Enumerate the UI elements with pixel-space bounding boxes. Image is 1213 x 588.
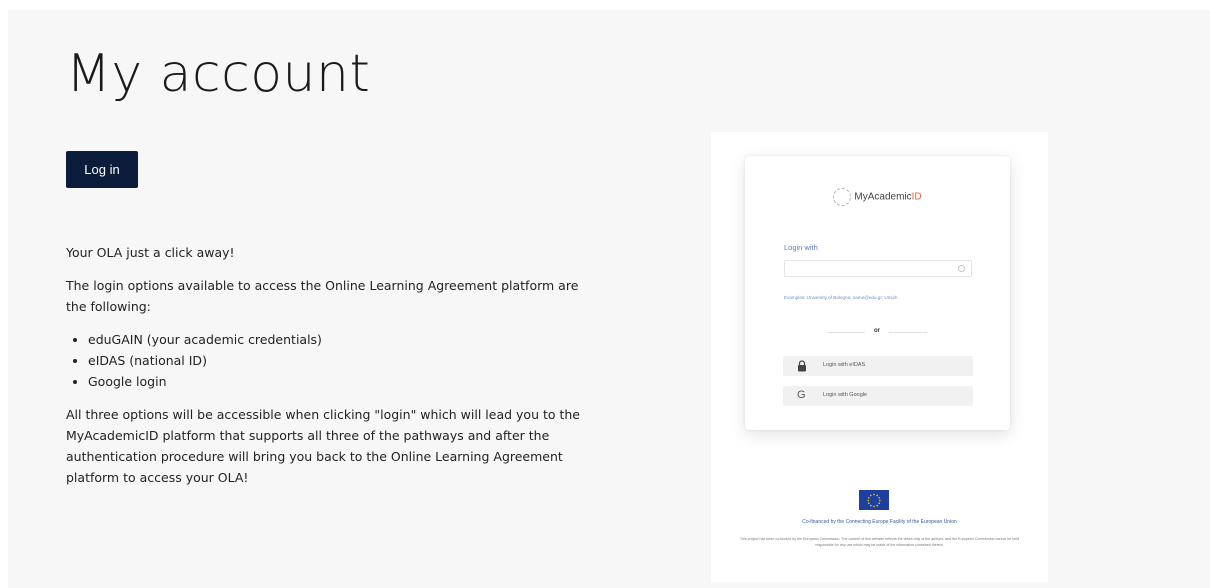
- list-item: Google login: [88, 371, 586, 392]
- login-with-label: Login with: [784, 243, 818, 252]
- google-g-icon: G: [797, 389, 806, 401]
- myacademicid-logo-icon: [833, 188, 852, 206]
- login-google-label: Login with Google: [823, 392, 868, 398]
- intro-text: Your OLA just a click away!: [66, 245, 235, 260]
- eu-disclaimer: This project has been co-funded by the E…: [739, 537, 1020, 547]
- lock-icon: [798, 360, 806, 372]
- closing-text: All three options will be accessible whe…: [66, 407, 581, 485]
- login-google-button[interactable]: G Login with Google: [783, 386, 973, 406]
- myacademicid-logo: MyAcademicID: [745, 188, 1010, 206]
- or-label: or: [874, 328, 880, 334]
- eu-caption: Co-financed by the Connecting Europe Fac…: [802, 519, 957, 525]
- login-preview-image: MyAcademicID Login with Examples: Univer…: [711, 132, 1048, 582]
- login-options-list: eduGAIN (your academic credentials) eIDA…: [66, 329, 586, 392]
- list-item: eIDAS (national ID): [88, 350, 586, 371]
- login-eidas-button[interactable]: Login with eIDAS: [783, 356, 973, 376]
- eu-stars-icon: [867, 493, 881, 508]
- brand-suffix: ID: [911, 191, 922, 203]
- login-card: MyAcademicID Login with Examples: Univer…: [745, 156, 1010, 430]
- example-text: Examples: University of Bologna; name@ed…: [784, 295, 898, 300]
- main-panel: My account Log in Your OLA just a click …: [8, 10, 1210, 588]
- page-title: My account: [66, 44, 371, 104]
- options-text: The login options available to access th…: [66, 278, 579, 314]
- or-divider: or: [827, 328, 927, 336]
- account-info: Your OLA just a click away! The login op…: [66, 242, 586, 500]
- brand-prefix: My: [854, 191, 868, 203]
- log-in-button[interactable]: Log in: [66, 151, 138, 188]
- brand-main: Academic: [867, 191, 912, 203]
- list-item: eduGAIN (your academic credentials): [88, 329, 586, 350]
- divider-line: [889, 332, 927, 333]
- eu-flag-icon: [859, 490, 889, 510]
- institution-search-input[interactable]: [784, 260, 972, 277]
- login-eidas-label: Login with eIDAS: [823, 362, 866, 368]
- search-icon: [958, 265, 965, 272]
